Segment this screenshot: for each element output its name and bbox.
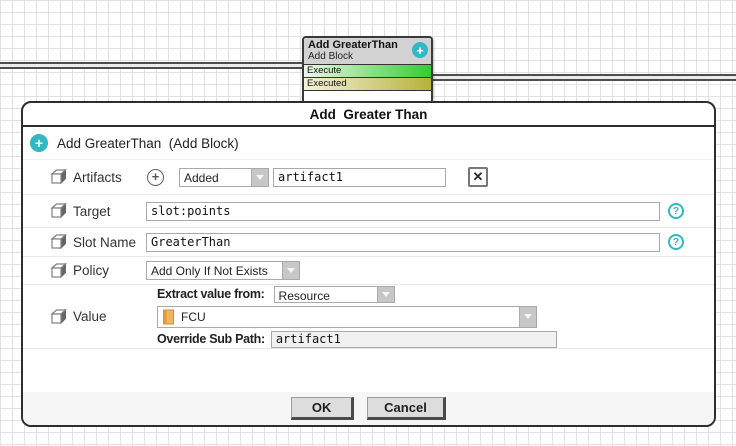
chevron-down-icon[interactable] — [251, 169, 268, 186]
dialog-spacer — [23, 349, 714, 392]
resource-scroll-icon — [162, 309, 175, 325]
slot-name-row: Slot Name ? — [23, 228, 714, 257]
artifacts-row: Artifacts + Added ✕ — [23, 160, 714, 195]
override-sub-path-label: Override Sub Path: — [157, 332, 265, 346]
override-sub-path-input[interactable] — [271, 331, 557, 348]
cancel-button[interactable]: Cancel — [367, 397, 446, 420]
dialog-footer: OK Cancel — [23, 392, 714, 425]
target-row: Target ? — [23, 195, 714, 228]
wire-executed-out — [433, 74, 736, 81]
slot-name-input[interactable] — [146, 233, 660, 252]
help-icon[interactable]: ? — [668, 234, 684, 250]
artifacts-label: Artifacts — [73, 170, 146, 185]
artifact-name-input[interactable] — [273, 168, 446, 187]
add-plus-icon: + — [30, 134, 48, 152]
node-subtitle: Add Block — [308, 51, 427, 62]
pin-executed[interactable]: Executed — [304, 78, 431, 91]
cube-icon — [50, 233, 68, 251]
cube-icon — [50, 308, 68, 326]
chevron-down-icon[interactable] — [377, 287, 394, 302]
extract-from-value: Resource — [275, 287, 377, 302]
node-title: Add GreaterThan — [308, 39, 427, 51]
policy-label: Policy — [73, 263, 146, 278]
remove-artifact-button[interactable]: ✕ — [468, 167, 488, 187]
chevron-down-icon[interactable] — [519, 307, 536, 327]
policy-value: Add Only If Not Exists — [147, 262, 282, 279]
extract-from-dropdown[interactable]: Resource — [274, 286, 395, 303]
policy-row: Policy Add Only If Not Exists — [23, 257, 714, 285]
dialog-add-greater-than: Add Greater Than + Add GreaterThan (Add … — [21, 101, 716, 427]
cube-icon — [50, 168, 68, 186]
extract-value-from-label: Extract value from: — [157, 287, 265, 301]
ok-button[interactable]: OK — [291, 397, 354, 420]
target-label: Target — [73, 204, 146, 219]
add-artifact-icon[interactable]: + — [147, 169, 164, 186]
value-row: Value Extract value from: Resource — [23, 285, 714, 349]
pin-execute[interactable]: Execute — [304, 65, 431, 78]
add-plus-icon[interactable]: + — [412, 42, 428, 58]
help-icon[interactable]: ? — [668, 203, 684, 219]
value-label: Value — [73, 309, 146, 324]
node-editor-canvas: Add GreaterThan Add Block + Execute Exec… — [0, 0, 736, 446]
value-source-dropdown[interactable]: FCU — [157, 306, 537, 328]
node-header[interactable]: Add GreaterThan Add Block + — [304, 38, 431, 65]
slot-name-label: Slot Name — [73, 235, 146, 250]
dialog-title: Add Greater Than — [23, 103, 714, 127]
dialog-header-text: Add GreaterThan (Add Block) — [57, 136, 239, 151]
wire-execute-in — [0, 62, 303, 69]
artifact-mode-dropdown[interactable]: Added — [179, 168, 269, 187]
policy-dropdown[interactable]: Add Only If Not Exists — [146, 261, 300, 280]
value-source-value: FCU — [181, 310, 206, 324]
node-add-greaterthan[interactable]: Add GreaterThan Add Block + Execute Exec… — [302, 36, 433, 104]
cube-icon — [50, 262, 68, 280]
artifact-mode-value: Added — [180, 169, 251, 186]
target-input[interactable] — [146, 202, 660, 221]
dialog-header-row: + Add GreaterThan (Add Block) — [23, 127, 714, 160]
cube-icon — [50, 202, 68, 220]
chevron-down-icon[interactable] — [282, 262, 299, 279]
